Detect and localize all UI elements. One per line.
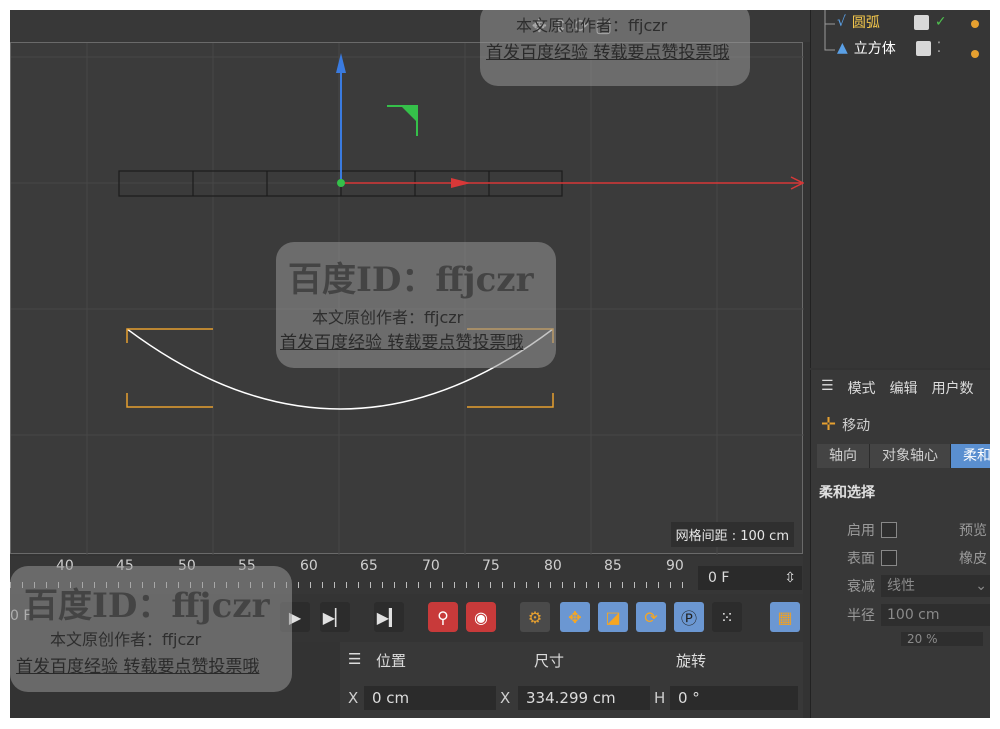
falloff-select[interactable]: 线性 ⌄: [881, 575, 990, 597]
surface-label: 表面: [847, 551, 875, 567]
row-radius: 半径 100 cm: [847, 604, 990, 626]
timeline-tick: 70: [422, 558, 440, 574]
watermark-slogan: 首发百度经验 转载要点赞投票哦: [280, 333, 524, 353]
row-falloff: 衰减 线性 ⌄: [847, 575, 990, 597]
enable-checkbox[interactable]: [881, 522, 897, 538]
timeline-tick: 75: [482, 558, 500, 574]
object-name: 立方体: [853, 41, 896, 57]
tool-header: ✛ 移动: [821, 414, 870, 435]
size-header: 尺寸: [534, 652, 565, 670]
tab-object-axis[interactable]: 对象轴心: [870, 444, 951, 468]
chevron-down-icon: ⌄: [975, 578, 987, 594]
preview-label: 预览: [959, 523, 987, 539]
enable-label: 启用: [847, 523, 875, 539]
position-x-value: 0 cm: [372, 689, 410, 707]
watermark-author: 本文原创作者：ffjczr: [312, 308, 464, 327]
row-strength: 20 %: [901, 632, 983, 646]
radius-label: 半径: [847, 608, 875, 624]
stepper-icon[interactable]: ⇳: [784, 566, 796, 590]
watermark-id: 百度ID：ffjczr: [288, 260, 534, 300]
current-frame-value: 0 F: [708, 570, 730, 586]
x-label: X: [348, 689, 359, 707]
point-level-button[interactable]: ⁙: [712, 602, 742, 632]
attribute-tabs: 轴向 对象轴心 柔和: [817, 444, 990, 468]
timeline-tick: 60: [300, 558, 318, 574]
scale-key-button[interactable]: ◪: [598, 602, 628, 632]
tool-name: 移动: [842, 417, 871, 434]
watermark-author: 本文原创作者：ffjczr: [516, 16, 668, 35]
keyframe-settings-button[interactable]: ⚙: [520, 602, 550, 632]
param-key-button[interactable]: Ⓟ: [674, 602, 704, 632]
hamburger-icon[interactable]: ☰: [821, 378, 834, 398]
row-enable: 启用 预览: [847, 520, 987, 540]
gizmo-center[interactable]: [337, 179, 345, 187]
watermark-bottom-left: 百度ID：ffjczr 本文原创作者：ffjczr 首发百度经验 转载要点赞投票…: [10, 566, 292, 692]
rotation-h-value: 0 °: [678, 689, 700, 707]
watermark-author: 本文原创作者：ffjczr: [50, 630, 202, 649]
menu-mode[interactable]: 模式: [848, 378, 876, 398]
x2-label: X: [500, 689, 511, 707]
falloff-label: 衰减: [847, 579, 875, 595]
rubber-label: 橡皮: [959, 551, 987, 567]
y-axis-arrow[interactable]: [336, 53, 346, 73]
menu-edit[interactable]: 编辑: [890, 378, 918, 398]
layer-tag-icon[interactable]: [915, 40, 931, 56]
move-key-button[interactable]: ✥: [560, 602, 590, 632]
layer-tag-icon[interactable]: [913, 14, 929, 30]
radius-input[interactable]: 100 cm: [881, 604, 990, 626]
autokey-button[interactable]: ◉: [466, 602, 496, 632]
h-label: H: [654, 689, 666, 707]
attribute-menu: ☰ 模式 编辑 用户数: [821, 378, 974, 398]
move-tool-icon: ✛: [821, 414, 837, 435]
material-tag-icon[interactable]: [971, 50, 979, 58]
cube-icon: ▲: [837, 40, 848, 56]
timeline-tick: 85: [604, 558, 622, 574]
timeline-tick: 90: [666, 558, 684, 574]
object-row-arc[interactable]: √ 圆弧 ✓: [837, 10, 947, 34]
watermark-id: 百度ID：ffjczr: [24, 586, 270, 626]
coordinates-manager: ☰ 位置 尺寸 旋转 X 0 cm X 334.299 cm H 0 °: [340, 642, 803, 718]
position-header: 位置: [376, 652, 407, 670]
visibility-dots-icon[interactable]: ⁚: [937, 40, 941, 56]
timeline-tick: 65: [360, 558, 378, 574]
strength-value: 20 %: [907, 632, 938, 646]
menu-user-data[interactable]: 用户数: [932, 378, 974, 398]
rotation-h-input[interactable]: 0 °: [670, 686, 798, 710]
watermark-slogan: 首发百度经验 转载要点赞投票哦: [486, 43, 730, 63]
object-row-cube[interactable]: ▲ 立方体 ⁚: [837, 36, 941, 60]
check-icon[interactable]: ✓: [935, 14, 947, 30]
attribute-manager: ☰ 模式 编辑 用户数 ✛ 移动 轴向 对象轴心 柔和 柔和选择 启用 预览 表…: [810, 370, 990, 718]
watermark-slogan: 首发百度经验 转载要点赞投票哦: [16, 657, 260, 677]
hamburger-icon[interactable]: ☰: [348, 650, 361, 668]
object-manager: √ 圆弧 ✓ ▲ 立方体 ⁚: [810, 10, 990, 368]
tab-axis[interactable]: 轴向: [817, 444, 870, 468]
watermark-center: 百度ID：ffjczr 本文原创作者：ffjczr 首发百度经验 转载要点赞投票…: [276, 242, 556, 368]
timeline-tick: 80: [544, 558, 562, 574]
go-to-end-button[interactable]: ▶▎: [374, 602, 404, 632]
surface-checkbox[interactable]: [881, 550, 897, 566]
row-surface: 表面 橡皮: [847, 548, 987, 568]
grid-spacing-label: 网格间距 : 100 cm: [670, 522, 794, 547]
rotation-header: 旋转: [676, 652, 707, 670]
rotate-key-button[interactable]: ⟳: [636, 602, 666, 632]
strength-input[interactable]: 20 %: [901, 632, 983, 646]
x-axis-arrow[interactable]: [451, 178, 471, 188]
watermark-top: 本文原创作者：ffjczr 首发百度经验 转载要点赞投票哦: [480, 10, 750, 86]
cinema4d-window: ✥⇕⟳▢: [10, 10, 990, 718]
tab-soft-selection[interactable]: 柔和: [951, 444, 990, 468]
current-frame-input[interactable]: 0 F ⇳: [698, 566, 802, 590]
film-strip-icon[interactable]: ▦: [770, 602, 800, 632]
spline-arc-icon: √: [837, 14, 846, 30]
position-x-input[interactable]: 0 cm: [364, 686, 496, 710]
size-x-input[interactable]: 334.299 cm: [518, 686, 650, 710]
next-key-button[interactable]: ▶▏: [320, 602, 350, 632]
object-name: 圆弧: [851, 15, 880, 31]
falloff-value: 线性: [887, 578, 915, 594]
record-key-button[interactable]: ⚲: [428, 602, 458, 632]
section-title: 柔和选择: [819, 485, 875, 501]
size-x-value: 334.299 cm: [526, 689, 616, 707]
radius-value: 100 cm: [887, 607, 940, 623]
material-tag-icon[interactable]: [971, 20, 979, 28]
